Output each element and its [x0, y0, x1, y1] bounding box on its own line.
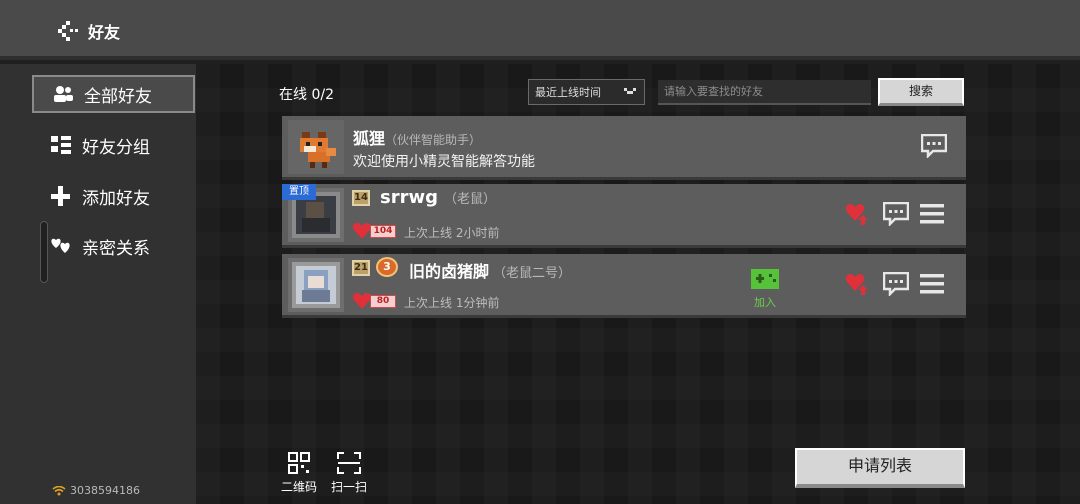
sidebar-scrollbar[interactable] [40, 221, 48, 283]
back-button[interactable]: 好友 [58, 18, 120, 44]
friend-nickname: （老鼠二号） [493, 266, 572, 281]
assistant-message: 欢迎使用小精灵智能解答功能 [353, 154, 535, 170]
scan-button[interactable]: 扫一扫 [329, 452, 369, 495]
plus-icon [51, 186, 70, 206]
qr-code-icon [288, 452, 310, 474]
scan-icon [337, 452, 361, 474]
page-title: 好友 [88, 23, 121, 42]
friend-card[interactable]: 置顶 14 srrwg （老鼠） 104 上次上线 2小时前 [282, 184, 966, 248]
friends-panel: 在线 0/2 最近上线时间 搜索 狐狸（伙伴智能助手） [196, 64, 1080, 504]
search-input[interactable] [658, 80, 871, 105]
last-online: 上次上线 2小时前 [404, 226, 500, 240]
chevron-down-icon [624, 88, 636, 94]
sidebar: 全部好友 好友分组 添加好友 亲密关系 3038594186 [0, 64, 196, 504]
assistant-name: 狐狸（伙伴智能助手） [353, 125, 481, 149]
fox-avatar [288, 120, 344, 174]
avatar-image [292, 262, 340, 308]
pinned-badge: 置顶 [282, 184, 316, 200]
scan-label: 扫一扫 [330, 480, 367, 494]
heart-up-icon[interactable] [844, 202, 870, 226]
intimacy-value: 80 [370, 295, 396, 308]
sidebar-item-intimacy[interactable]: 亲密关系 [32, 227, 195, 265]
rank-badge: 3 [376, 257, 398, 277]
qr-code-button[interactable]: 二维码 [279, 452, 319, 495]
friend-name: 旧的卤猪脚 （老鼠二号） [409, 258, 571, 282]
sort-label: 最近上线时间 [535, 86, 601, 99]
chat-icon[interactable] [883, 272, 909, 296]
heart-icon [352, 223, 372, 239]
friend-avatar [288, 258, 344, 312]
sidebar-item-friend-groups[interactable]: 好友分组 [32, 126, 195, 164]
assistant-card[interactable]: 狐狸（伙伴智能助手） 欢迎使用小精灵智能解答功能 [282, 116, 966, 180]
search-button[interactable]: 搜索 [878, 78, 964, 106]
top-bar: 好友 [0, 0, 1080, 60]
assistant-tag: （伙伴智能助手） [385, 133, 482, 147]
sort-dropdown[interactable]: 最近上线时间 [528, 79, 645, 105]
assistant-name-text: 狐狸 [353, 129, 386, 148]
sidebar-item-label: 好友分组 [82, 137, 150, 158]
sidebar-item-label: 添加好友 [82, 188, 150, 209]
level-badge: 14 [352, 190, 370, 206]
sidebar-item-all-friends[interactable]: 全部好友 [32, 75, 195, 113]
chat-icon[interactable] [883, 202, 909, 226]
level-badge: 21 [352, 260, 370, 276]
wifi-icon [52, 485, 66, 495]
heart-up-icon[interactable] [844, 272, 870, 296]
menu-icon[interactable] [919, 272, 945, 296]
chat-icon[interactable] [921, 134, 947, 158]
join-game-button[interactable]: 加入 [749, 268, 781, 310]
user-id: 3038594186 [52, 484, 140, 497]
friend-name-text: srrwg [380, 187, 438, 208]
user-id-text: 3038594186 [70, 484, 140, 497]
people-icon [54, 86, 73, 102]
gamepad-icon [751, 269, 779, 289]
friend-name-text: 旧的卤猪脚 [409, 262, 490, 281]
heart-icon [352, 293, 372, 309]
back-arrow-icon [58, 21, 78, 41]
fox-icon [300, 132, 336, 168]
hearts-icon [51, 238, 70, 253]
online-count: 在线 0/2 [279, 87, 334, 103]
sidebar-item-add-friend[interactable]: 添加好友 [32, 177, 195, 215]
intimacy-badge: 80 [352, 292, 398, 310]
friend-card[interactable]: 21 3 旧的卤猪脚 （老鼠二号） 80 上次上线 1分钟前 加入 [282, 254, 966, 318]
friend-name: srrwg （老鼠） [380, 187, 496, 208]
qr-code-label: 二维码 [280, 480, 317, 494]
sidebar-item-label: 亲密关系 [82, 238, 150, 259]
intimacy-badge: 104 [352, 222, 398, 240]
menu-icon[interactable] [919, 202, 945, 226]
friend-nickname: （老鼠） [443, 192, 496, 207]
sidebar-item-label: 全部好友 [84, 86, 152, 107]
group-icon [51, 136, 71, 154]
join-label: 加入 [754, 296, 776, 309]
last-online: 上次上线 1分钟前 [404, 296, 500, 310]
intimacy-value: 104 [370, 225, 396, 238]
apply-list-button[interactable]: 申请列表 [795, 448, 965, 488]
